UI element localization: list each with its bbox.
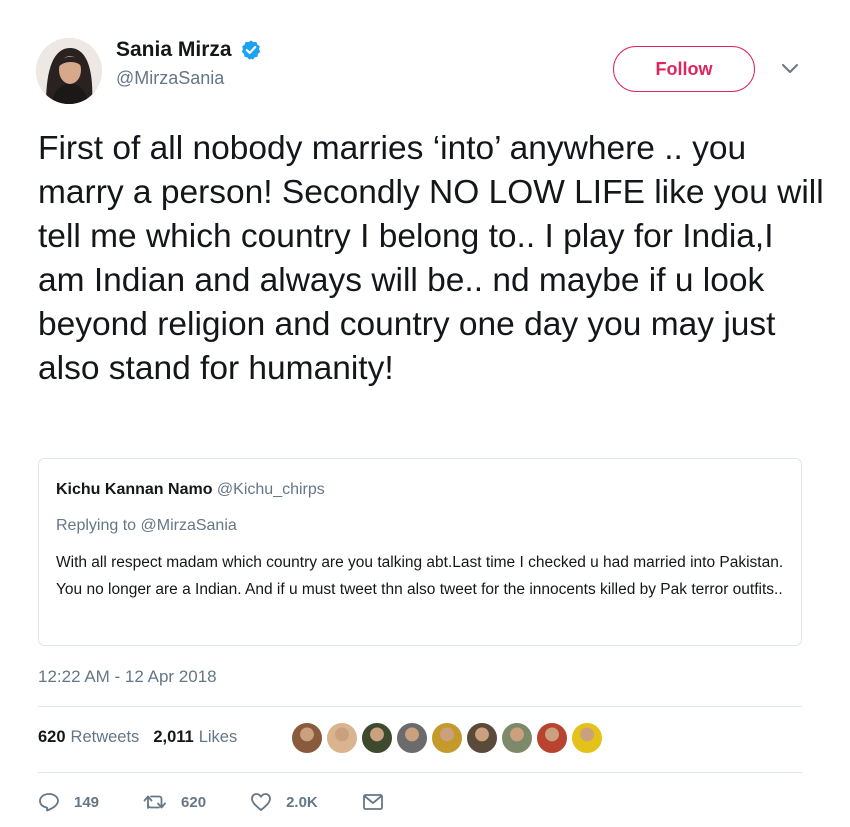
reply-button[interactable]: 149	[38, 792, 99, 812]
envelope-icon	[362, 794, 383, 810]
tweet-text: First of all nobody marries ‘into’ anywh…	[38, 130, 824, 387]
replying-to-handle[interactable]: @MirzaSania	[141, 517, 237, 534]
liker-avatar-8[interactable]	[535, 721, 569, 755]
liker-avatar-4[interactable]	[395, 721, 429, 755]
liker-avatar-9[interactable]	[570, 721, 604, 755]
author-info: Sania Mirza @MirzaSania	[116, 38, 262, 89]
direct-message-button[interactable]	[362, 793, 384, 811]
liker-avatar-3[interactable]	[360, 721, 394, 755]
author-avatar[interactable]	[36, 38, 102, 104]
liker-avatar-6[interactable]	[465, 721, 499, 755]
liker-avatar-1[interactable]	[290, 721, 324, 755]
likes-stat[interactable]: 2,011 Likes	[153, 728, 237, 747]
divider	[38, 706, 802, 707]
verified-badge-icon	[241, 40, 260, 60]
retweets-stat[interactable]: 620 Retweets	[38, 728, 139, 747]
quoted-tweet-text: With all respect madam which country are…	[56, 554, 784, 598]
heart-icon	[251, 793, 271, 811]
retweet-count: 620	[181, 793, 207, 811]
replying-to-prefix: Replying to	[56, 517, 137, 534]
retweet-icon	[143, 795, 166, 809]
likers-avatars	[290, 721, 605, 755]
liker-avatar-5[interactable]	[430, 721, 464, 755]
tweet-timestamp[interactable]: 12:22 AM - 12 Apr 2018	[38, 667, 217, 687]
liker-avatar-7[interactable]	[500, 721, 534, 755]
author-display-name[interactable]: Sania Mirza	[116, 38, 232, 62]
quoted-author-handle: @Kichu_chirps	[216, 481, 325, 498]
liker-avatar-2[interactable]	[325, 721, 359, 755]
author-handle[interactable]: @MirzaSania	[116, 68, 262, 89]
retweets-count: 620	[38, 728, 66, 746]
divider	[38, 772, 802, 773]
like-button[interactable]: 2.0K	[250, 792, 318, 812]
chevron-down-icon[interactable]	[781, 63, 799, 75]
quoted-tweet-header: Kichu Kannan Namo @Kichu_chirps	[56, 479, 784, 501]
reply-icon	[39, 793, 59, 812]
retweet-button[interactable]: 620	[143, 793, 206, 811]
tweet-actions: 149 620 2.0K	[38, 792, 428, 812]
likes-count: 2,011	[153, 728, 194, 746]
retweets-label: Retweets	[70, 728, 140, 746]
follow-button[interactable]: Follow	[613, 46, 755, 92]
quoted-tweet[interactable]: Kichu Kannan Namo @Kichu_chirps Replying…	[38, 458, 802, 646]
likes-label: Likes	[198, 728, 238, 746]
quoted-author-name: Kichu Kannan Namo	[56, 481, 213, 498]
profile-photo-icon	[36, 38, 102, 104]
replying-to: Replying to @MirzaSania	[56, 515, 784, 537]
tweet-stats: 620 Retweets 2,011 Likes	[38, 728, 251, 747]
like-count: 2.0K	[286, 793, 318, 811]
reply-count: 149	[74, 793, 100, 811]
